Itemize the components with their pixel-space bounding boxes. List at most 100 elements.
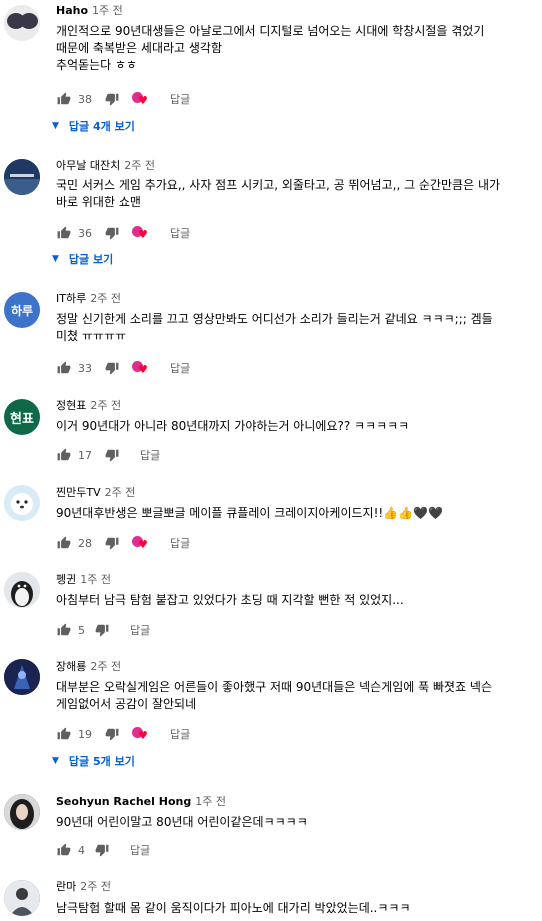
comment-text: 90년대 어린이말고 80년대 어린이같은데ㅋㅋㅋㅋ: [56, 815, 308, 829]
like-count: 36: [78, 226, 92, 240]
comment-text: 개인적으로 90년대생들은 아날로그에서 디지털로 넘어오는 시대에 학창시절을…: [56, 24, 485, 72]
avatar[interactable]: [4, 5, 40, 41]
thumbs-down-icon[interactable]: [104, 447, 120, 463]
avatar[interactable]: [4, 572, 40, 608]
like-count: 28: [78, 536, 92, 550]
avatar-image: [4, 5, 40, 41]
avatar[interactable]: 현표: [4, 399, 40, 435]
comment-time[interactable]: 1주 전: [80, 573, 111, 586]
comment-actions: 19 ♥ 답글: [56, 724, 190, 744]
comment-actions: 17 답글: [56, 445, 160, 465]
avatar[interactable]: [4, 659, 40, 695]
caret-down-icon: ▼: [52, 756, 59, 766]
thumbs-down-icon[interactable]: [104, 225, 120, 241]
comment-time[interactable]: 2주 전: [90, 292, 121, 305]
thumbs-down-icon[interactable]: [104, 535, 120, 551]
reply-button[interactable]: 답글: [170, 535, 190, 551]
thumbs-up-icon[interactable]: [56, 726, 72, 742]
avatar[interactable]: [4, 794, 40, 830]
comment-header: 란마 2주 전: [56, 880, 111, 894]
view-replies-button[interactable]: ▼ 답글 4개 보기: [52, 118, 135, 134]
comment-actions: 33 ♥ 답글: [56, 358, 190, 378]
avatar-initials: 하루: [10, 303, 34, 318]
comment-time[interactable]: 2주 전: [90, 399, 121, 412]
comment-time[interactable]: 2주 전: [124, 159, 155, 172]
comment-text: 이거 90년대가 아니라 80년대까지 가야하는거 아니에요?? ㅋㅋㅋㅋㅋ: [56, 419, 410, 433]
thumbs-down-icon[interactable]: [104, 726, 120, 742]
thumbs-down-icon[interactable]: [104, 360, 120, 376]
author-name[interactable]: IT하루: [56, 292, 86, 305]
reply-button[interactable]: 답글: [130, 842, 150, 858]
comment-actions: 38 ♥ 답글: [56, 89, 190, 109]
thumbs-down-icon[interactable]: [94, 622, 110, 638]
avatar[interactable]: [4, 485, 40, 521]
creator-heart-icon: ♥: [132, 360, 150, 376]
comment-thread: 현표 정현표 2주 전 이거 90년대가 아니라 80년대까지 가야하는거 아니에…: [0, 397, 542, 467]
reply-button[interactable]: 답글: [130, 622, 150, 638]
reply-button[interactable]: 답글: [170, 91, 190, 107]
comment-thread: 하루 IT하루 2주 전 정말 신기한게 소리를 끄고 영상만봐도 어디선가 소리…: [0, 290, 542, 380]
thumbs-up-icon[interactable]: [56, 842, 72, 858]
thumbs-up-icon[interactable]: [56, 622, 72, 638]
comment-time[interactable]: 1주 전: [92, 4, 123, 17]
author-name[interactable]: 란마: [56, 880, 76, 893]
comment-actions: 28 ♥ 답글: [56, 533, 190, 553]
comment-header: Seohyun Rachel Hong 1주 전: [56, 795, 226, 809]
avatar-image: [4, 572, 40, 608]
comment-thread: 찐만두TV 2주 전 90년대후반생은 뽀글뽀글 메이플 큐플레이 크레이지아케이…: [0, 484, 542, 554]
comment-text: 정말 신기한게 소리를 끄고 영상만봐도 어디선가 소리가 들리는거 같네요 ㅋ…: [56, 312, 493, 343]
creator-heart-icon: ♥: [132, 726, 150, 742]
view-replies-button[interactable]: ▼ 답글 5개 보기: [52, 753, 135, 769]
author-name[interactable]: Haho: [56, 4, 88, 17]
thumbs-down-icon[interactable]: [94, 842, 110, 858]
caret-down-icon: ▼: [52, 254, 59, 264]
comment-time[interactable]: 1주 전: [195, 795, 226, 808]
avatar[interactable]: [4, 159, 40, 195]
author-name[interactable]: 펭귄: [56, 573, 76, 586]
author-name[interactable]: 찐만두TV: [56, 486, 101, 499]
avatar[interactable]: 하루: [4, 292, 40, 328]
thumbs-down-icon[interactable]: [104, 91, 120, 107]
comment-thread: Haho 1주 전 개인적으로 90년대생들은 아날로그에서 디지털로 넘어오는 …: [0, 0, 542, 140]
thumbs-up-icon[interactable]: [56, 535, 72, 551]
creator-heart-icon: ♥: [132, 91, 150, 107]
comment-thread: 란마 2주 전 남극탐험 할때 몸 같이 움직이다가 피아노에 대가리 박았었는데…: [0, 880, 542, 921]
comment-actions: 36 ♥ 답글: [56, 223, 190, 243]
comment-time[interactable]: 2주 전: [80, 880, 111, 893]
like-count: 38: [78, 92, 92, 106]
thumbs-up-icon[interactable]: [56, 91, 72, 107]
avatar-image: [4, 659, 40, 695]
author-name[interactable]: 아무날 대잔치: [56, 159, 120, 172]
comment-header: IT하루 2주 전: [56, 292, 121, 306]
comment-time[interactable]: 2주 전: [105, 486, 136, 499]
creator-heart-icon: ♥: [132, 535, 150, 551]
reply-button[interactable]: 답글: [170, 360, 190, 376]
comment-header: 펭귄 1주 전: [56, 573, 111, 587]
author-name[interactable]: 정현표: [56, 399, 86, 412]
caret-down-icon: ▼: [52, 121, 59, 131]
comment-header: 아무날 대잔치 2주 전: [56, 159, 155, 173]
thumbs-up-icon[interactable]: [56, 447, 72, 463]
avatar[interactable]: [4, 880, 40, 916]
avatar-image: [4, 159, 40, 195]
comment-actions: 5 답글: [56, 620, 150, 640]
like-count: 19: [78, 727, 92, 741]
comment-header: 장해룡 2주 전: [56, 660, 121, 674]
reply-button[interactable]: 답글: [170, 726, 190, 742]
comment-text: 국민 서커스 게임 추가요,, 사자 점프 시키고, 외줄타고, 공 뛰어넘고,…: [56, 178, 501, 209]
comment-time[interactable]: 2주 전: [90, 660, 121, 673]
comment-actions: 4 답글: [56, 840, 150, 860]
author-name[interactable]: 장해룡: [56, 660, 86, 673]
reply-button[interactable]: 답글: [170, 225, 190, 241]
thumbs-up-icon[interactable]: [56, 360, 72, 376]
view-replies-button[interactable]: ▼ 답글 보기: [52, 251, 113, 267]
reply-button[interactable]: 답글: [140, 447, 160, 463]
comment-thread: 아무날 대잔치 2주 전 국민 서커스 게임 추가요,, 사자 점프 시키고, 외…: [0, 157, 542, 272]
comment-thread: 장해룡 2주 전 대부분은 오락실게임은 어른들이 좋아했구 저때 90년대들은 …: [0, 658, 542, 770]
view-replies-label: 답글 4개 보기: [68, 120, 135, 133]
thumbs-up-icon[interactable]: [56, 225, 72, 241]
author-name[interactable]: Seohyun Rachel Hong: [56, 795, 191, 808]
comment-header: Haho 1주 전: [56, 4, 123, 18]
comment-header: 정현표 2주 전: [56, 399, 121, 413]
like-count: 33: [78, 361, 92, 375]
